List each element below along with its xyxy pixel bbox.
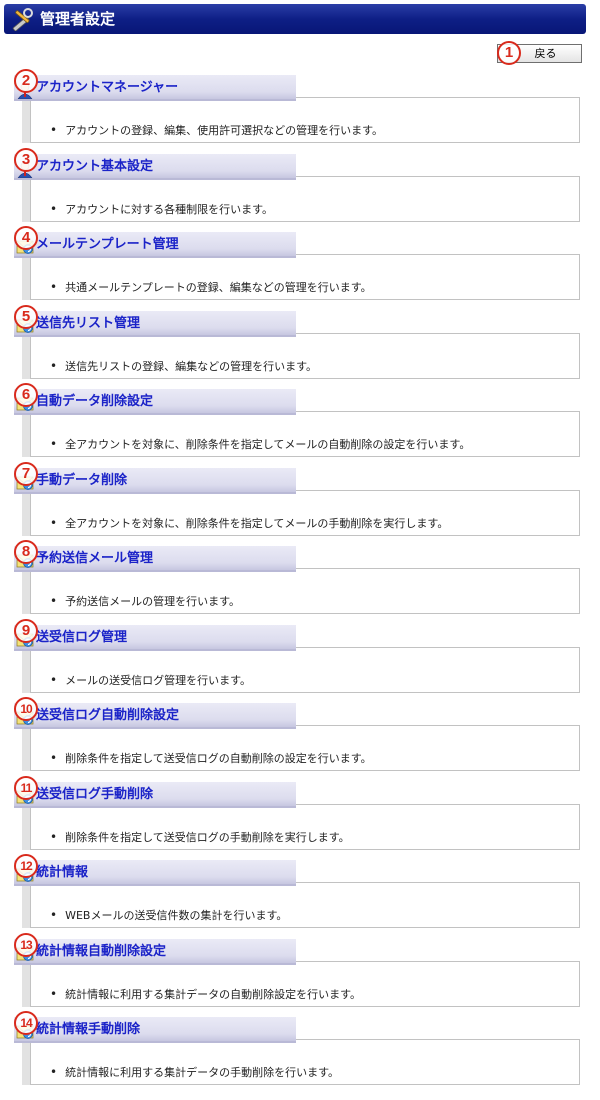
section-description: 統計情報に利用する集計データの手動削除を行います。 xyxy=(50,1064,339,1081)
number-badge: 3 xyxy=(14,148,38,172)
section-title-link[interactable]: 予約送信メール管理 xyxy=(36,550,153,568)
section-title-link[interactable]: 手動データ削除 xyxy=(36,472,127,490)
section-header: アカウントマネージャー xyxy=(14,75,296,101)
section-description: アカウントの登録、編集、使用許可選択などの管理を行います。 xyxy=(50,122,383,139)
section-title-link[interactable]: 送信先リスト管理 xyxy=(36,315,140,333)
section-description: 予約送信メールの管理を行います。 xyxy=(50,593,240,610)
section-header: 統計情報手動削除 xyxy=(14,1017,296,1043)
settings-section: アカウントマネージャー2 アカウントの登録、編集、使用許可選択などの管理を行います… xyxy=(0,69,600,153)
section-side-bar xyxy=(22,176,30,222)
section-title-link[interactable]: 送受信ログ手動削除 xyxy=(36,786,153,804)
tools-icon xyxy=(12,8,33,31)
section-title-link[interactable]: 送受信ログ自動削除設定 xyxy=(36,707,179,725)
section-side-bar xyxy=(22,647,30,693)
number-badge: 13 xyxy=(14,933,38,957)
section-header: 統計情報 xyxy=(14,860,296,886)
settings-section: 統計情報手動削除14 統計情報に利用する集計データの手動削除を行います。 xyxy=(0,1011,600,1095)
settings-section: 自動データ削除設定6 全アカウントを対象に、削除条件を指定してメールの自動削除の設… xyxy=(0,383,600,467)
section-side-bar xyxy=(22,490,30,536)
section-header: 手動データ削除 xyxy=(14,468,296,494)
section-header: 予約送信メール管理 xyxy=(14,546,296,572)
section-header: 自動データ削除設定 xyxy=(14,389,296,415)
number-badge: 7 xyxy=(14,462,38,486)
section-description: WEBメールの送受信件数の集計を行います。 xyxy=(50,907,287,924)
section-side-bar xyxy=(22,254,30,300)
section-title-link[interactable]: 自動データ削除設定 xyxy=(36,393,153,411)
settings-section: 予約送信メール管理8 予約送信メールの管理を行います。 xyxy=(0,540,600,624)
section-description: 削除条件を指定して送受信ログの自動削除の設定を行います。 xyxy=(50,750,372,767)
settings-section: メールテンプレート管理4 共通メールテンプレートの登録、編集などの管理を行います。 xyxy=(0,226,600,310)
number-badge: 10 xyxy=(14,697,38,721)
section-side-bar xyxy=(22,725,30,771)
settings-section: 手動データ削除7 全アカウントを対象に、削除条件を指定してメールの手動削除を実行し… xyxy=(0,462,600,546)
section-side-bar xyxy=(22,804,30,850)
number-badge: 11 xyxy=(14,776,38,800)
section-header: メールテンプレート管理 xyxy=(14,232,296,258)
settings-section: 送受信ログ自動削除設定10 削除条件を指定して送受信ログの自動削除の設定を行います… xyxy=(0,697,600,781)
section-header: 送受信ログ自動削除設定 xyxy=(14,703,296,729)
section-description: 全アカウントを対象に、削除条件を指定してメールの自動削除の設定を行います。 xyxy=(50,436,470,453)
section-title-link[interactable]: 統計情報自動削除設定 xyxy=(36,943,166,961)
number-badge: 1 xyxy=(497,41,521,65)
settings-section: 統計情報12 WEBメールの送受信件数の集計を行います。 xyxy=(0,854,600,938)
number-badge: 4 xyxy=(14,226,38,250)
section-header: 送受信ログ手動削除 xyxy=(14,782,296,808)
section-title-link[interactable]: 統計情報 xyxy=(36,864,88,882)
section-side-bar xyxy=(22,568,30,614)
section-side-bar xyxy=(22,411,30,457)
number-badge: 5 xyxy=(14,305,38,329)
section-description: 送信先リストの登録、編集などの管理を行います。 xyxy=(50,358,317,375)
section-header: 送受信ログ管理 xyxy=(14,625,296,651)
number-badge: 2 xyxy=(14,69,38,93)
section-description: 全アカウントを対象に、削除条件を指定してメールの手動削除を実行します。 xyxy=(50,515,448,532)
section-description: 削除条件を指定して送受信ログの手動削除を実行します。 xyxy=(50,829,350,846)
section-title-link[interactable]: アカウント基本設定 xyxy=(36,158,153,176)
section-side-bar xyxy=(22,882,30,928)
section-side-bar xyxy=(22,1039,30,1085)
section-description: 統計情報に利用する集計データの自動削除設定を行います。 xyxy=(50,986,361,1003)
section-title-link[interactable]: 送受信ログ管理 xyxy=(36,629,127,647)
settings-section: 送受信ログ管理9 メールの送受信ログ管理を行います。 xyxy=(0,619,600,703)
section-title-link[interactable]: メールテンプレート管理 xyxy=(36,236,179,254)
section-title-link[interactable]: アカウントマネージャー xyxy=(36,79,178,97)
section-title-link[interactable]: 統計情報手動削除 xyxy=(36,1021,140,1039)
number-badge: 14 xyxy=(14,1011,38,1035)
section-side-bar xyxy=(22,961,30,1007)
settings-section: 送受信ログ手動削除11 削除条件を指定して送受信ログの手動削除を実行します。 xyxy=(0,776,600,860)
section-header: 送信先リスト管理 xyxy=(14,311,296,337)
section-description: 共通メールテンプレートの登録、編集などの管理を行います。 xyxy=(50,279,372,296)
settings-section: 送信先リスト管理5 送信先リストの登録、編集などの管理を行います。 xyxy=(0,305,600,389)
section-header: 統計情報自動削除設定 xyxy=(14,939,296,965)
section-header: アカウント基本設定 xyxy=(14,154,296,180)
page-title: 管理者設定 xyxy=(40,10,116,28)
settings-section: アカウント基本設定3 アカウントに対する各種制限を行います。 xyxy=(0,148,600,232)
number-badge: 6 xyxy=(14,383,38,407)
number-badge: 8 xyxy=(14,540,38,564)
section-side-bar xyxy=(22,97,30,143)
settings-section: 統計情報自動削除設定13 統計情報に利用する集計データの自動削除設定を行います。 xyxy=(0,933,600,1017)
section-description: メールの送受信ログ管理を行います。 xyxy=(50,672,251,689)
section-description: アカウントに対する各種制限を行います。 xyxy=(50,201,273,218)
section-side-bar xyxy=(22,333,30,379)
title-bar: 管理者設定 xyxy=(4,4,586,34)
number-badge: 12 xyxy=(14,854,38,878)
number-badge: 9 xyxy=(14,619,38,643)
